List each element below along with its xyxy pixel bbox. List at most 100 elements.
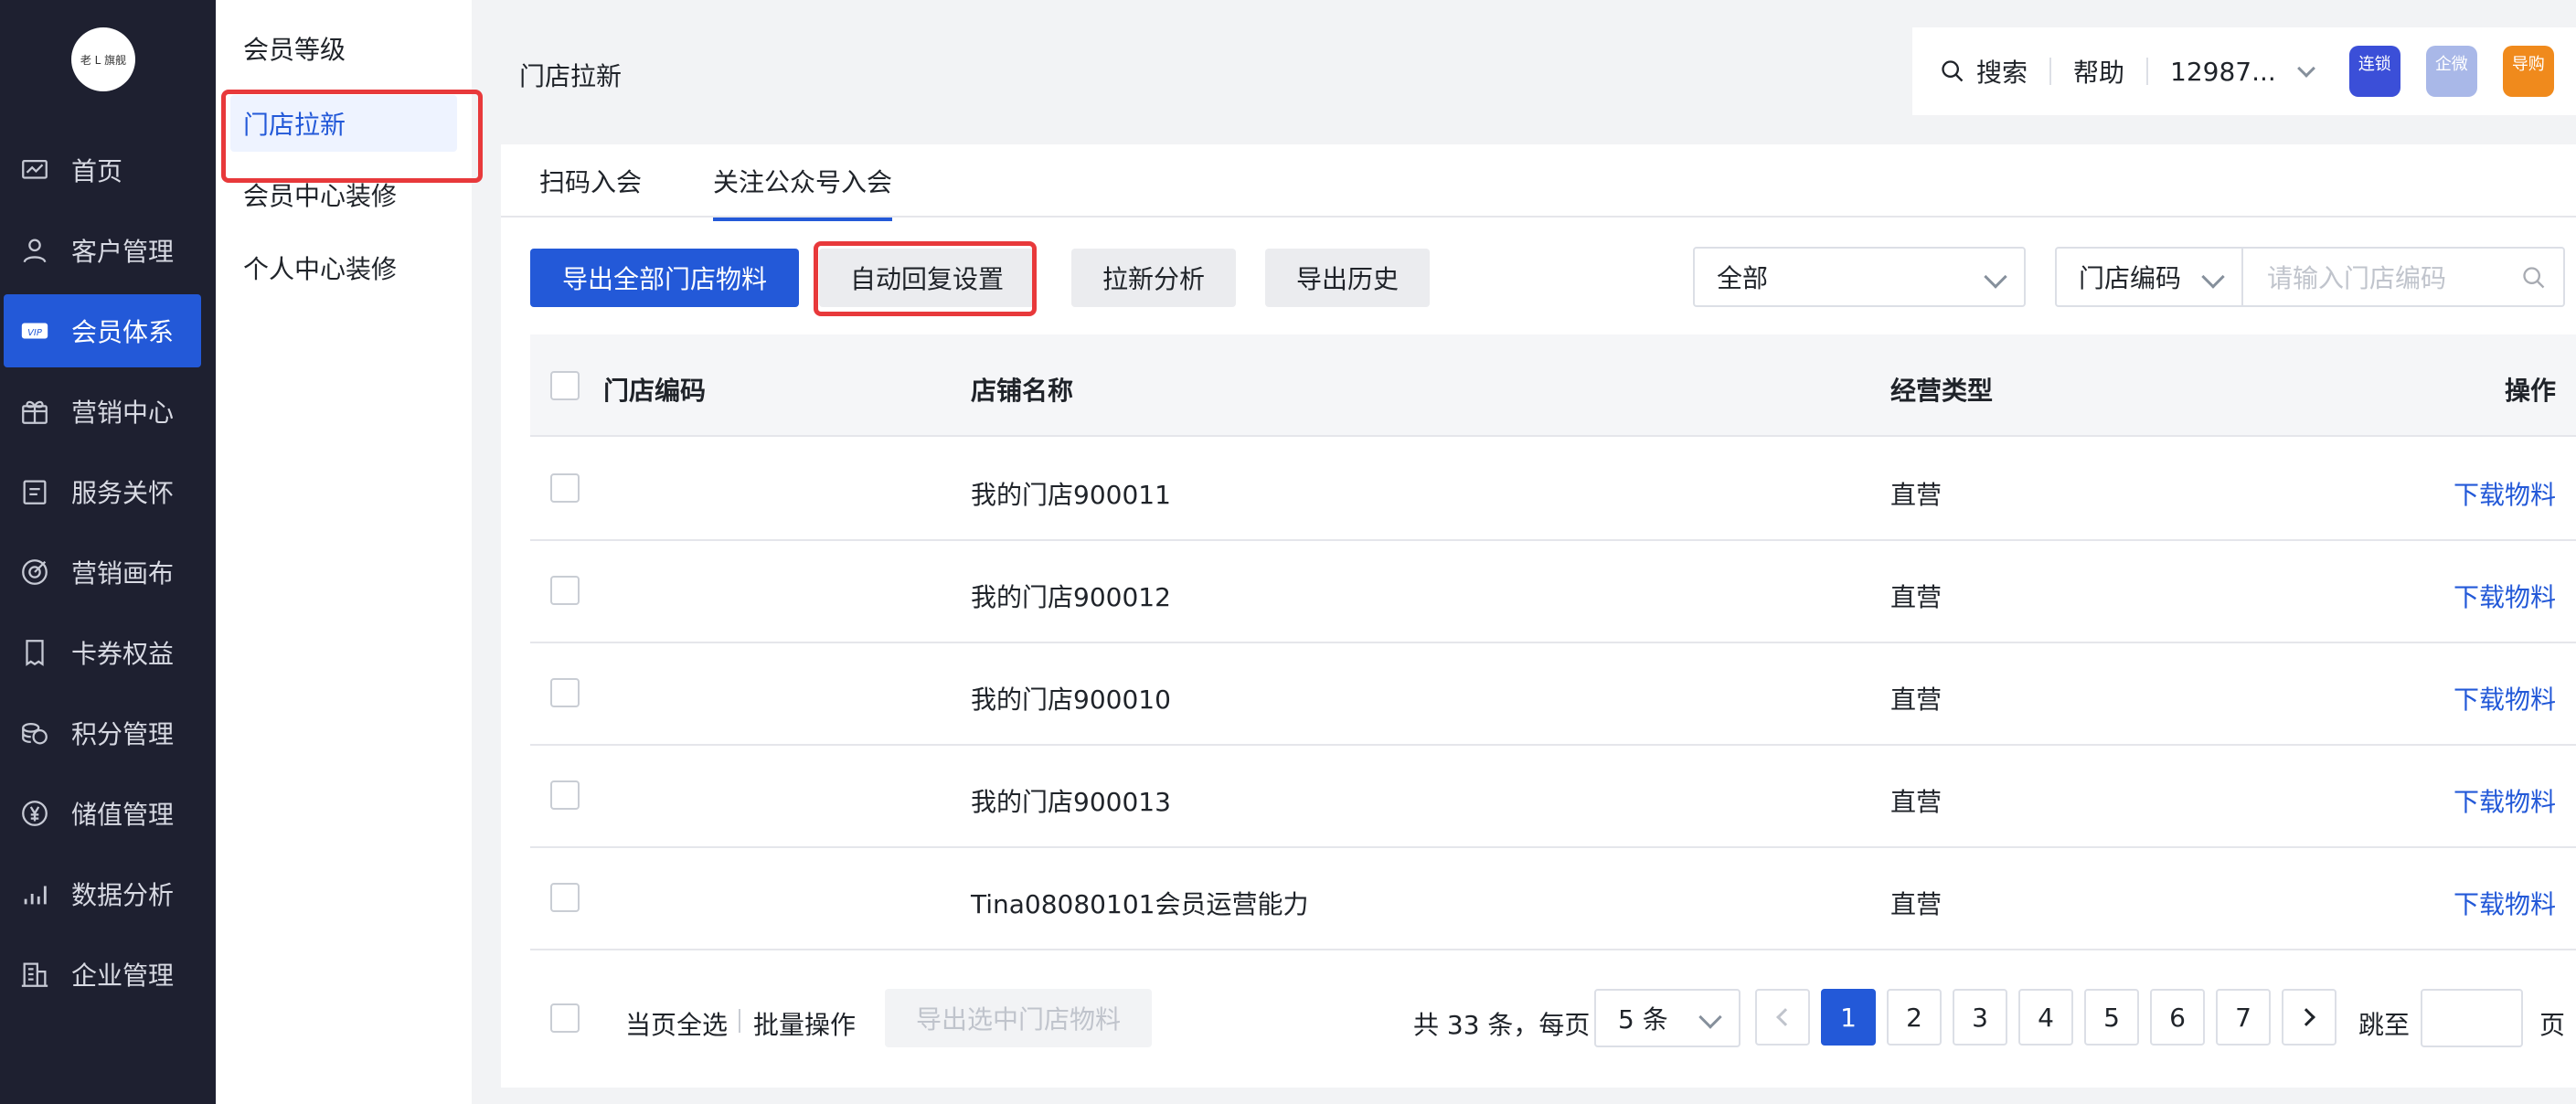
brand-logo: 老 L 旗舰: [71, 27, 135, 91]
page-button-2[interactable]: 2: [1887, 989, 1942, 1046]
row-checkbox[interactable]: [550, 780, 580, 810]
row-checkbox[interactable]: [550, 883, 580, 912]
page-button-4[interactable]: 4: [2018, 989, 2073, 1046]
column-header-store-name: 店铺名称: [971, 376, 1074, 406]
tab-scan-join[interactable]: 扫码入会: [539, 163, 642, 218]
search-button[interactable]: 搜索: [1940, 53, 2028, 90]
nav-item-canvas[interactable]: 营销画布: [4, 536, 201, 609]
nav-item-customers[interactable]: 客户管理: [4, 214, 201, 287]
export-history-button[interactable]: 导出历史: [1265, 249, 1430, 307]
app-guide-icon[interactable]: 导购: [2502, 46, 2554, 97]
column-header-actions: 操作: [2504, 376, 2556, 406]
cell-business-type: 直营: [1890, 787, 1943, 817]
page-title: 门店拉新: [519, 61, 623, 91]
divider: [2146, 58, 2149, 85]
app-chain-icon[interactable]: 连锁: [2348, 46, 2400, 97]
nav-item-stored-value[interactable]: 储值管理: [4, 777, 201, 850]
page-button-5[interactable]: 5: [2084, 989, 2139, 1046]
chevron-right-icon: [2297, 1008, 2315, 1026]
export-selected-button[interactable]: 导出选中门店物料: [885, 989, 1152, 1047]
nav-item-marketing[interactable]: 营销中心: [4, 375, 201, 448]
search-placeholder: 请输入门店编码: [2267, 263, 2447, 293]
nav-item-coupons[interactable]: 卡券权益: [4, 616, 201, 689]
select-value: 全部: [1717, 263, 1769, 293]
table-header: 门店编码 店铺名称 经营类型 操作: [530, 334, 2576, 437]
jump-label: 跳至: [2358, 1010, 2411, 1040]
account-menu[interactable]: 12987...: [2170, 56, 2315, 87]
nav-label: 客户管理: [71, 237, 175, 267]
tab-follow-official-account[interactable]: 关注公众号入会: [713, 163, 893, 221]
cell-business-type: 直营: [1890, 582, 1943, 612]
page-suffix-label: 页: [2539, 1010, 2566, 1040]
cell-store-name: 我的门店900010: [971, 685, 1171, 715]
nav-item-care[interactable]: 服务关怀: [4, 455, 201, 528]
app-label: 企微: [2434, 55, 2468, 74]
download-material-link[interactable]: 下载物料: [2454, 578, 2556, 614]
batch-operations-label[interactable]: 批量操作: [753, 1005, 856, 1042]
table-row: 我的门店900011 直营 下载物料: [530, 439, 2576, 541]
nav-item-enterprise[interactable]: 企业管理: [4, 938, 201, 1011]
page-button-7[interactable]: 7: [2216, 989, 2271, 1046]
nav-label: 服务关怀: [71, 478, 175, 508]
cell-business-type: 直营: [1890, 889, 1943, 919]
yen-icon: [18, 797, 51, 830]
page-size-select[interactable]: 5 条: [1594, 989, 1740, 1047]
divider: [739, 1009, 740, 1033]
download-material-link[interactable]: 下载物料: [2454, 475, 2556, 512]
table-row: 我的门店900012 直营 下载物料: [530, 541, 2576, 643]
analysis-button[interactable]: 拉新分析: [1071, 249, 1236, 307]
user-icon: [18, 234, 51, 267]
highlight-box: [814, 241, 1037, 316]
next-page-button[interactable]: [2282, 989, 2336, 1046]
select-page-checkbox[interactable]: [550, 1003, 580, 1033]
chevron-down-icon: [1984, 265, 2007, 289]
prev-page-button[interactable]: [1755, 989, 1810, 1046]
nav-item-analytics[interactable]: 数据分析: [4, 857, 201, 930]
top-bar: 搜索 帮助 12987... 连锁 企微 导购: [1912, 27, 2576, 115]
logo-text: 老 L 旗舰: [80, 53, 127, 67]
jump-page-input[interactable]: [2421, 989, 2523, 1047]
bar-chart-icon: [18, 877, 51, 910]
page-button-3[interactable]: 3: [1953, 989, 2007, 1046]
page-button-1[interactable]: 1: [1821, 989, 1876, 1046]
clipboard-icon: [18, 475, 51, 508]
nav-item-home[interactable]: 首页: [4, 133, 201, 207]
search-icon: [1942, 60, 1964, 82]
coupon-icon: [18, 636, 51, 669]
account-name: 12987...: [2170, 56, 2276, 87]
cell-store-name: 我的门店900011: [971, 480, 1171, 510]
app-wecom-icon[interactable]: 企微: [2425, 46, 2477, 97]
tab-bar: 扫码入会 关注公众号入会: [501, 144, 2576, 221]
nav-label: 会员体系: [71, 317, 175, 347]
download-material-link[interactable]: 下载物料: [2454, 885, 2556, 921]
submenu-label: 个人中心装修: [243, 254, 398, 284]
search-field-select[interactable]: 门店编码: [2055, 247, 2243, 307]
nav-item-points[interactable]: 积分管理: [4, 696, 201, 770]
row-checkbox[interactable]: [550, 473, 580, 503]
cell-business-type: 直营: [1890, 480, 1943, 510]
main-nav: 老 L 旗舰 首页 客户管理 VIP 会员体系 营销中心 服务关怀 营销画布 卡…: [0, 0, 216, 1104]
row-checkbox[interactable]: [550, 678, 580, 707]
dashboard-icon: [18, 154, 51, 186]
select-page-label[interactable]: 当页全选: [625, 1005, 728, 1042]
building-icon: [18, 958, 51, 991]
download-material-link[interactable]: 下载物料: [2454, 680, 2556, 717]
nav-label: 积分管理: [71, 719, 175, 749]
app-label: 连锁: [2358, 55, 2391, 74]
page-button-6[interactable]: 6: [2150, 989, 2205, 1046]
table-row: 我的门店900013 直营 下载物料: [530, 746, 2576, 848]
nav-item-membership[interactable]: VIP 会员体系: [4, 294, 201, 367]
column-header-business-type: 经营类型: [1890, 376, 1994, 406]
app-label: 导购: [2511, 55, 2545, 74]
help-button[interactable]: 帮助: [2073, 53, 2124, 90]
gift-icon: [18, 395, 51, 428]
select-all-checkbox[interactable]: [550, 371, 580, 400]
type-filter-select[interactable]: 全部: [1693, 247, 2026, 307]
export-all-button[interactable]: 导出全部门店物料: [530, 249, 799, 307]
row-checkbox[interactable]: [550, 576, 580, 605]
store-code-search-input[interactable]: 请输入门店编码: [2243, 247, 2565, 307]
table-row: Tina08080101会员运营能力 直营 下载物料: [530, 848, 2576, 950]
download-material-link[interactable]: 下载物料: [2454, 782, 2556, 819]
vip-icon: VIP: [18, 314, 51, 347]
cell-store-name: 我的门店900012: [971, 582, 1171, 612]
